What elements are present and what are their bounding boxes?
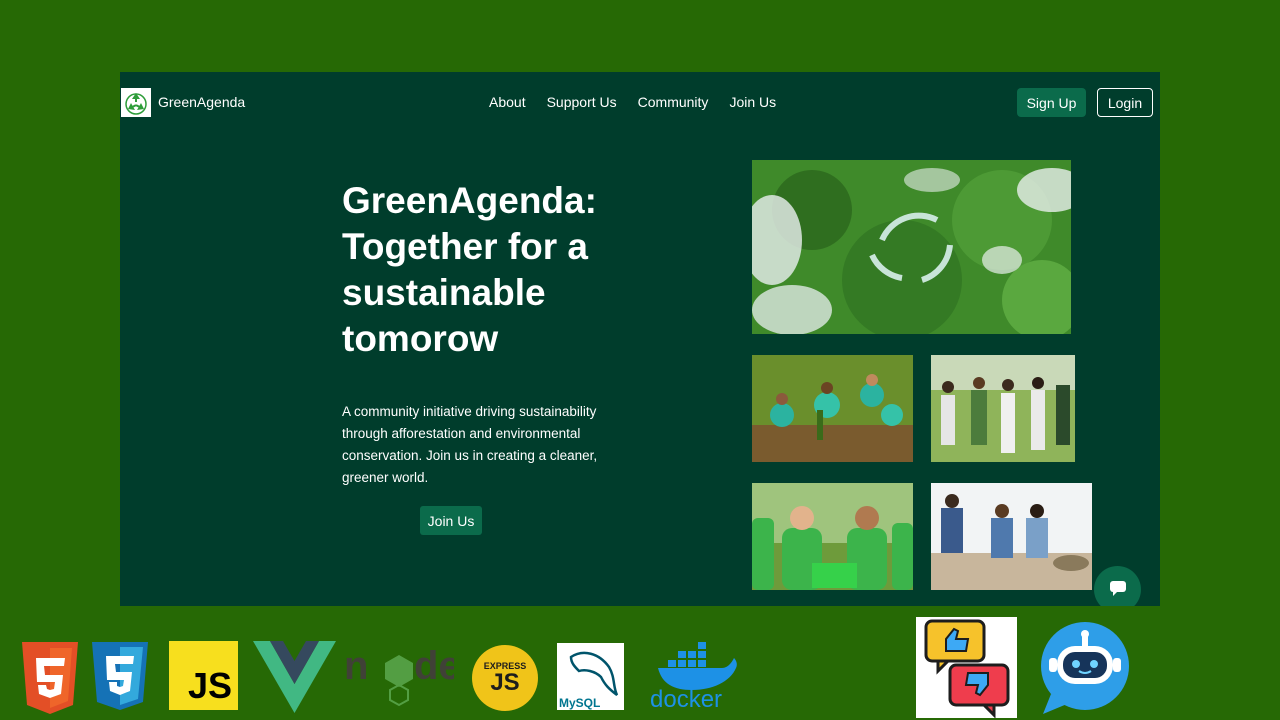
nav-item-support-us[interactable]: Support Us xyxy=(547,94,617,110)
feedback-icon xyxy=(916,617,1017,719)
nodejs-icon: n de xyxy=(344,641,461,707)
forest-recycle-photo xyxy=(752,160,1071,334)
javascript-icon: JS xyxy=(169,641,238,710)
brand-name[interactable]: GreenAgenda xyxy=(158,94,245,110)
hero-description: A community initiative driving sustainab… xyxy=(342,404,598,485)
volunteers-recycling-photo xyxy=(752,483,913,590)
volunteers-garden-photo xyxy=(931,355,1075,462)
chatbot-icon xyxy=(1035,620,1135,717)
docker-icon: docker xyxy=(650,638,740,714)
mysql-icon: MySQL xyxy=(557,643,624,710)
express-icon-sub: JS xyxy=(490,669,520,696)
html5-icon xyxy=(19,642,81,714)
nav-item-join-us[interactable]: Join Us xyxy=(729,94,776,110)
volunteers-planting-photo xyxy=(752,355,913,462)
nav-item-about[interactable]: About xyxy=(489,94,526,110)
chat-bubble-icon xyxy=(1108,579,1128,600)
docker-icon-text: docker xyxy=(650,686,723,713)
mysql-icon-text: MySQL xyxy=(559,696,601,710)
chat-button[interactable] xyxy=(1094,566,1141,606)
main-nav: About Support Us Community Join Us xyxy=(489,94,776,110)
vue-icon xyxy=(253,641,336,713)
nav-item-community[interactable]: Community xyxy=(638,94,709,110)
volunteers-cleanup-photo xyxy=(931,483,1092,590)
join-us-button[interactable]: Join Us xyxy=(420,506,482,535)
sign-up-button[interactable]: Sign Up xyxy=(1017,88,1086,117)
css3-icon xyxy=(90,642,150,710)
hero-title: GreenAgenda: Together for a sustainable … xyxy=(342,180,597,359)
express-icon: EXPRESS JS xyxy=(472,645,538,711)
recycle-icon[interactable] xyxy=(121,88,151,117)
svg-text:n: n xyxy=(344,644,368,688)
javascript-icon-text: JS xyxy=(187,665,232,706)
svg-text:de: de xyxy=(414,644,454,688)
website-preview: GreenAgenda About Support Us Community J… xyxy=(120,72,1160,606)
login-button[interactable]: Login xyxy=(1097,88,1153,117)
